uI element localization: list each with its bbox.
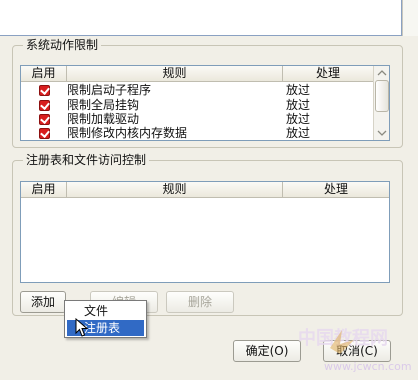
column-header-enabled[interactable]: 启用 — [21, 66, 67, 82]
system-rules-table: 启用 规则 处理 限制启动子程序 放过 限制全局挂钩 放过 限制加载驱动 放过 … — [20, 65, 390, 141]
column-header-rule[interactable]: 规则 — [67, 66, 283, 82]
enabled-checkbox[interactable] — [39, 100, 50, 111]
delete-button[interactable]: 删除 — [166, 291, 234, 313]
rule-name: 限制启动子程序 — [67, 83, 152, 97]
system-rules-scrollbar[interactable] — [373, 66, 389, 140]
enabled-checkbox[interactable] — [39, 85, 50, 96]
ok-button[interactable]: 确定(O) — [233, 340, 301, 362]
scroll-thumb[interactable] — [375, 80, 389, 112]
table-row[interactable]: 限制全局挂钩 放过 — [21, 98, 356, 113]
rule-action: 放过 — [286, 83, 311, 97]
table-row[interactable]: 限制修改内核内存数据 放过 — [21, 126, 356, 141]
column-header-enabled[interactable]: 启用 — [21, 182, 67, 198]
enabled-checkbox[interactable] — [39, 128, 50, 139]
column-header-action[interactable]: 处理 — [283, 182, 389, 198]
rule-action: 放过 — [286, 112, 311, 126]
top-panel-border — [0, 0, 402, 36]
menu-item-file[interactable]: 文件 — [67, 303, 144, 319]
rule-action: 放过 — [286, 126, 311, 140]
scroll-up-icon[interactable] — [375, 66, 389, 80]
top-scrollbar[interactable] — [402, 0, 418, 36]
system-action-title: 系统动作限制 — [23, 38, 102, 52]
system-rules-header: 启用 规则 处理 — [21, 66, 374, 82]
add-button[interactable]: 添加 — [20, 291, 66, 313]
scroll-down-icon[interactable] — [375, 126, 389, 140]
column-header-action[interactable]: 处理 — [283, 66, 374, 82]
rule-action: 放过 — [286, 98, 311, 112]
registry-rules-header: 启用 规则 处理 — [21, 182, 389, 198]
column-header-rule[interactable]: 规则 — [67, 182, 283, 198]
add-dropdown-menu: 文件 注册表 — [64, 300, 147, 338]
rule-name: 限制加载驱动 — [67, 112, 140, 126]
table-row[interactable]: 限制启动子程序 放过 — [21, 83, 356, 98]
mouse-pointer-icon — [75, 318, 89, 337]
rule-name: 限制修改内核内存数据 — [67, 126, 188, 140]
table-row[interactable]: 限制加载驱动 放过 — [21, 112, 356, 127]
enabled-checkbox[interactable] — [39, 114, 50, 125]
registry-file-title: 注册表和文件访问控制 — [23, 153, 150, 167]
rule-name: 限制全局挂钩 — [67, 98, 140, 112]
cancel-button[interactable]: 取消(C) — [323, 340, 391, 362]
registry-rules-table[interactable]: 启用 规则 处理 — [20, 181, 390, 283]
